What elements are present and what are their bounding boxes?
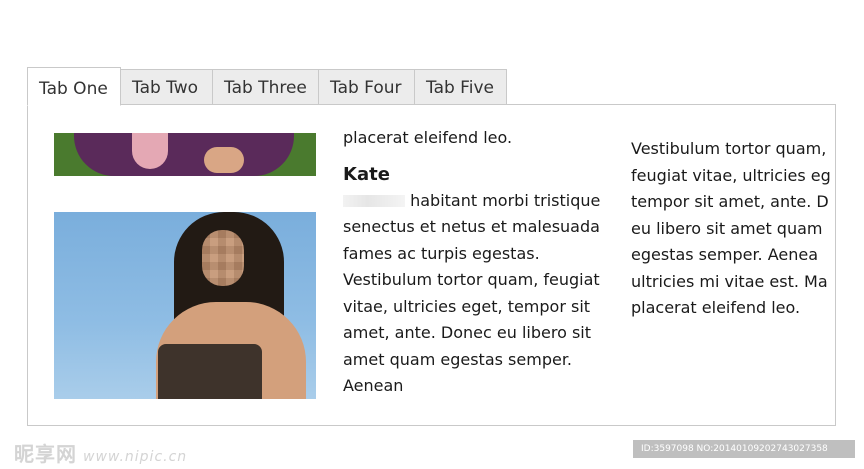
blurred-text	[343, 195, 405, 207]
watermark-logo: 昵享网 www.nipic.cn	[14, 438, 187, 467]
profile-photo-top	[54, 133, 316, 176]
profile-body: habitant morbi tristique senectus et net…	[343, 188, 605, 400]
photo-dress	[158, 344, 262, 399]
right-text-column: Vestibulum tortor quam, feugiat vitae, u…	[631, 136, 835, 326]
watermark-brand: 昵享网	[14, 442, 77, 466]
photo-face-pixelated	[202, 230, 244, 286]
photo-hand	[204, 147, 244, 173]
right-line: tempor sit amet, ante. D	[631, 192, 829, 211]
watermark-id: ID:3597098 NO:20140109202743027358	[633, 440, 855, 458]
photo-shirt	[74, 133, 294, 176]
right-line: feugiat vitae, ultricies eg	[631, 165, 831, 185]
profile-heading: Kate	[343, 163, 390, 185]
lead-text: placerat eleifend leo.	[343, 128, 513, 147]
right-line: eu libero sit amet quam	[631, 218, 823, 238]
photo-neck	[132, 133, 168, 169]
tab-three[interactable]: Tab Three	[213, 69, 319, 106]
right-line: Vestibulum tortor quam,	[631, 139, 827, 158]
tab-four[interactable]: Tab Four	[319, 69, 415, 106]
tab-two[interactable]: Tab Two	[121, 69, 213, 106]
right-line: ultricies mi vitae est. Ma	[631, 271, 828, 291]
tab-five[interactable]: Tab Five	[415, 69, 507, 106]
profile-body-text: habitant morbi tristique senectus et net…	[343, 190, 601, 396]
middle-text-column: placerat eleifend leo. Kate habitant mor…	[343, 125, 605, 399]
profile-photo-kate	[54, 212, 316, 399]
watermark-url: www.nipic.cn	[83, 449, 188, 465]
tab-bar: Tab One Tab Two Tab Three Tab Four Tab F…	[27, 67, 507, 106]
tab-one[interactable]: Tab One	[27, 67, 121, 106]
right-line: placerat eleifend leo.	[631, 298, 801, 317]
right-line: egestas semper. Aenea	[631, 245, 819, 264]
